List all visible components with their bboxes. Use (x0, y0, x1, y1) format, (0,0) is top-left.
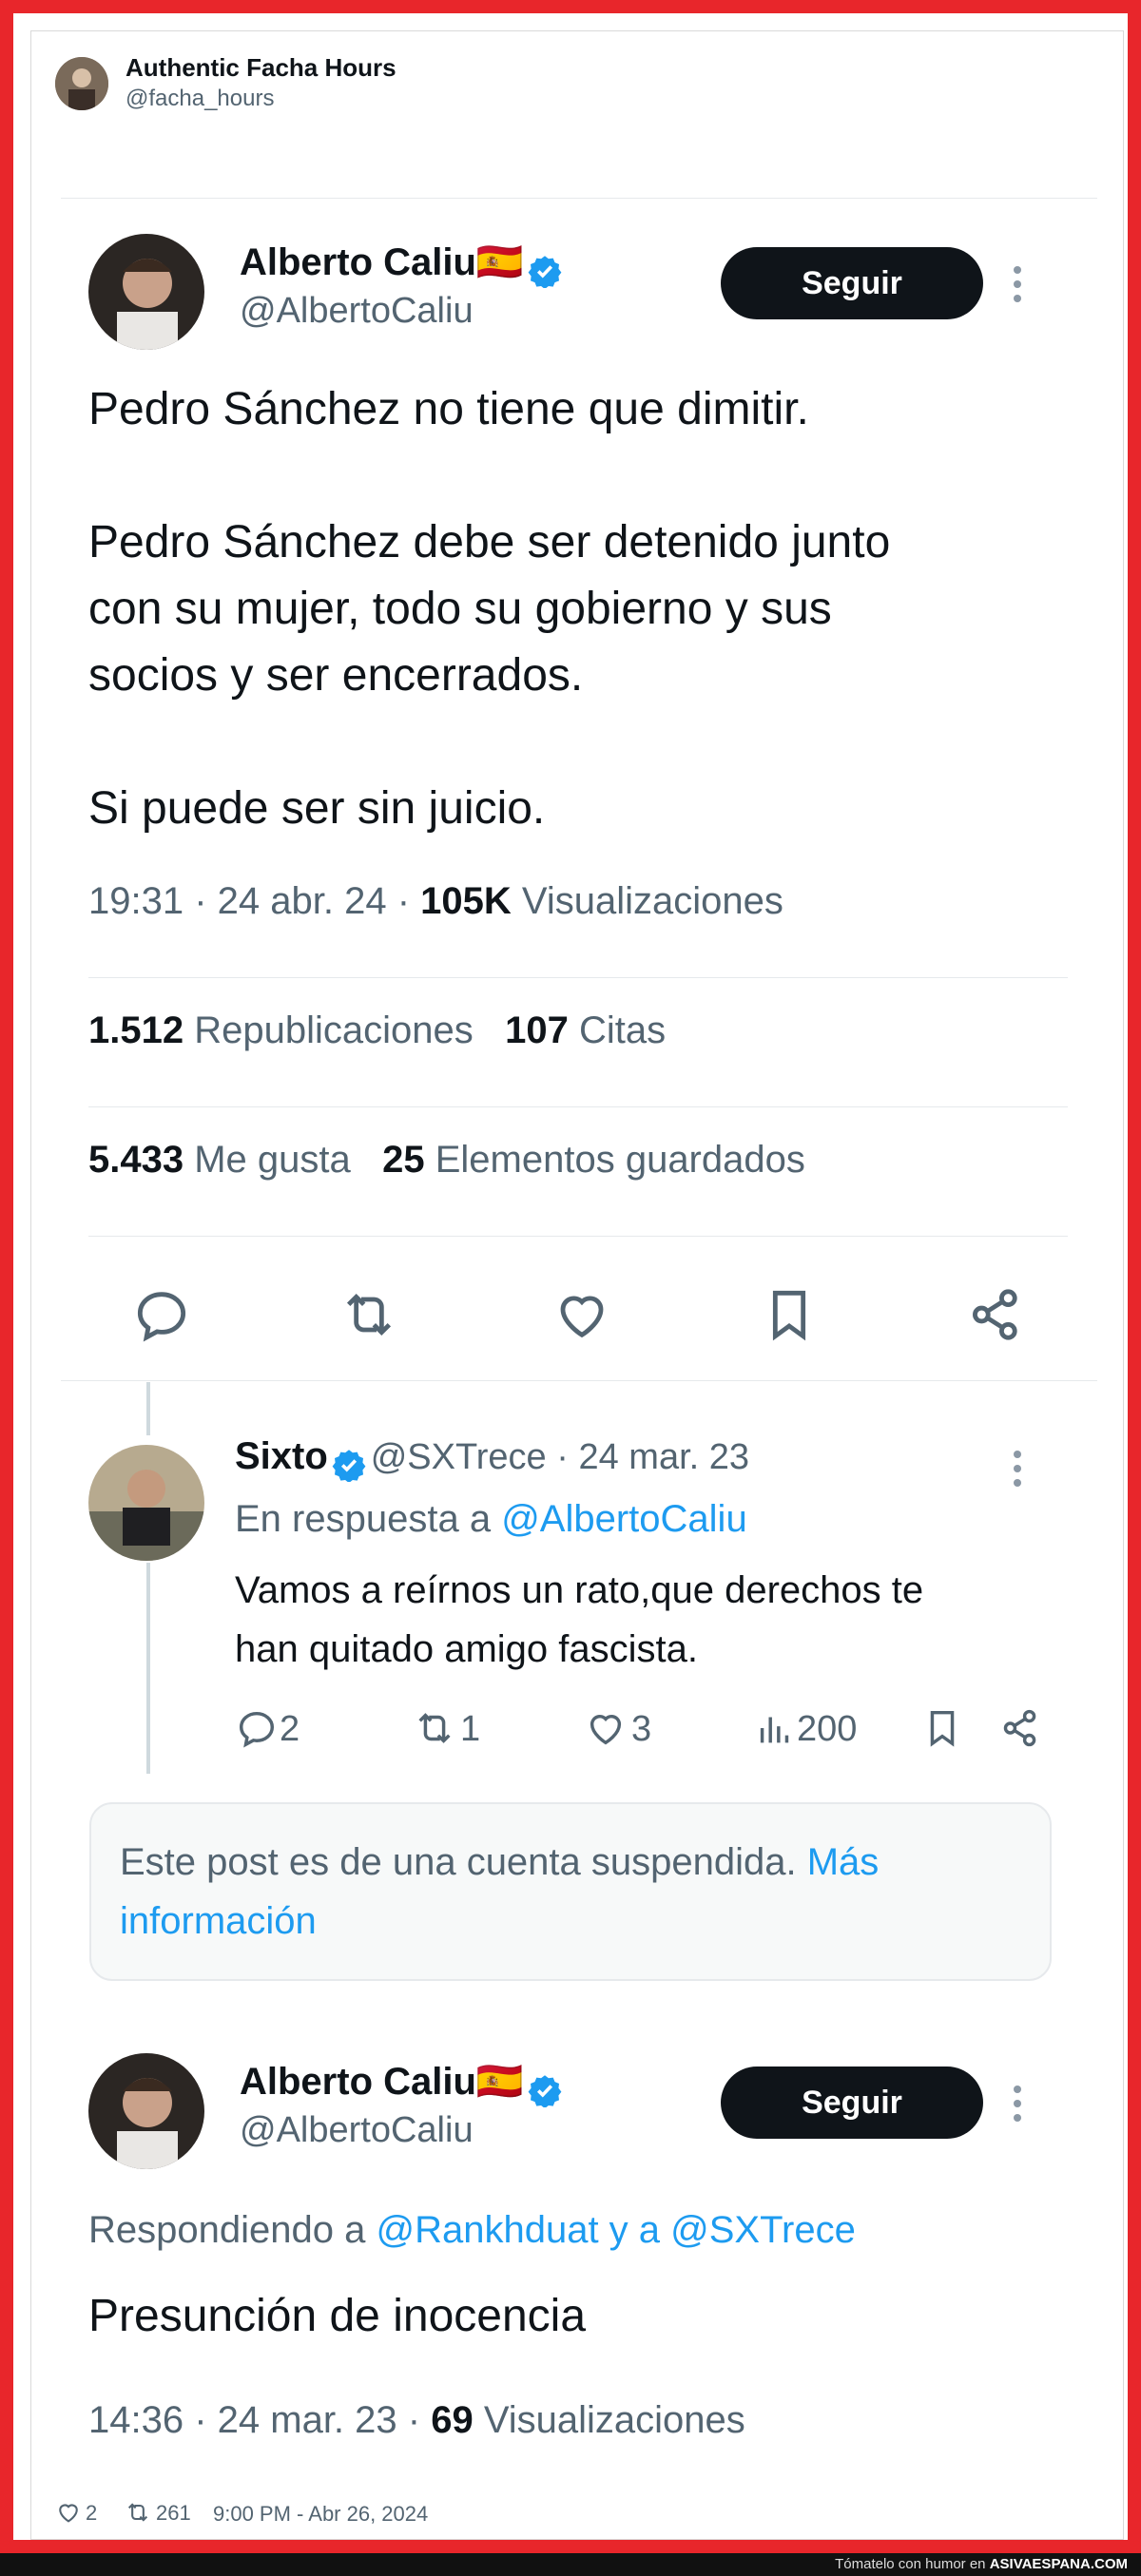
tweet2-time[interactable]: 14:36 · 24 mar. 23 · (88, 2399, 431, 2441)
divider (61, 1380, 1097, 1381)
reposts-count: 1.512 (88, 1009, 184, 1051)
tweet1-line: socios y ser encerrados. (88, 650, 584, 701)
more-info-link[interactable]: información (120, 1900, 317, 1942)
follow-button[interactable]: Seguir (721, 247, 983, 319)
tweet1-name[interactable]: Alberto Caliu (240, 241, 476, 283)
divider (88, 1236, 1068, 1237)
tweet1-avatar[interactable] (88, 234, 204, 350)
reply-text: Vamos a reírnos un rato,que derechos te … (235, 1561, 923, 1679)
reposts-stats[interactable]: 1.512 Republicaciones 107 Citas (88, 1009, 666, 1052)
tweet2-name[interactable]: Alberto Caliu (240, 2061, 476, 2103)
tweet2-meta: 14:36 · 24 mar. 23 · 69 Visualizaciones (88, 2399, 745, 2442)
tweet1-line: Pedro Sánchez debe ser detenido junto (88, 517, 891, 567)
avatar-image (88, 2053, 204, 2169)
likes-stats[interactable]: 5.433 Me gusta 25 Elementos guardados (88, 1139, 805, 1182)
like-icon[interactable] (584, 1706, 628, 1750)
views-count: 69 (431, 2399, 474, 2441)
flag-icon: 🇪🇸 (475, 241, 524, 283)
repost-icon[interactable] (338, 1284, 399, 1345)
flag-icon: 🇪🇸 (475, 2061, 524, 2103)
outer-handle[interactable]: @facha_hours (126, 86, 274, 112)
avatar-image (55, 57, 108, 110)
tweet1-text: Pedro Sánchez no tiene que dimitir. Pedr… (88, 376, 1096, 842)
reply-likes-count: 3 (631, 1709, 652, 1749)
reply-icon[interactable] (235, 1706, 279, 1750)
reply-views-count: 200 (797, 1709, 858, 1749)
views-label: Visualizaciones (511, 880, 783, 922)
avatar-image (88, 234, 204, 350)
divider (61, 198, 1097, 199)
reply-header: Sixto @SXTrece · 24 mar. 23 (235, 1435, 749, 1482)
quotes-label: Citas (568, 1009, 667, 1051)
outer-likes-count: 2 (86, 2501, 98, 2525)
reply-context: En respuesta a @AlbertoCaliu (235, 1498, 747, 1541)
tweet2-avatar[interactable] (88, 2053, 204, 2169)
reposts-label: Republicaciones (184, 1009, 474, 1051)
saves-label: Elementos guardados (424, 1139, 805, 1181)
replying-to-link[interactable]: @Rankhduat y a @SXTrece (376, 2209, 855, 2251)
tweet1-time[interactable]: 19:31 · 24 abr. 24 · (88, 880, 420, 922)
like-icon[interactable] (55, 2499, 82, 2526)
tweet1-line: con su mujer, todo su gobierno y sus (88, 584, 832, 634)
site-footer: Tómatelo con humor en ASIVAESPANA.COM (0, 2553, 1141, 2576)
repost-icon[interactable] (124, 2499, 152, 2526)
thread-line (146, 1563, 150, 1774)
tweet1-meta: 19:31 · 24 abr. 24 · 105K Visualizacione… (88, 880, 783, 923)
share-icon[interactable] (965, 1284, 1026, 1345)
likes-label: Me gusta (184, 1139, 351, 1181)
divider (88, 1106, 1068, 1107)
verified-icon (528, 256, 562, 288)
views-label: Visualizaciones (473, 2399, 745, 2441)
reply-prefix: En respuesta a (235, 1498, 502, 1540)
outer-frame: Authentic Facha Hours @facha_hours Alber… (0, 0, 1141, 2553)
views-icon[interactable] (753, 1706, 797, 1750)
reply-line: Vamos a reírnos un rato,que derechos te (235, 1569, 924, 1611)
tweet2-handle[interactable]: @AlbertoCaliu (240, 2110, 474, 2151)
suspended-notice: Este post es de una cuenta suspendida. M… (89, 1802, 1052, 1981)
reply-line: han quitado amigo fascista. (235, 1628, 698, 1670)
reply-date[interactable]: · 24 mar. 23 (547, 1437, 749, 1477)
tweet1-handle[interactable]: @AlbertoCaliu (240, 291, 474, 332)
footer-prefix: Tómatelo con humor en (835, 2556, 990, 2572)
like-icon[interactable] (551, 1284, 612, 1345)
suspended-text: Este post es de una cuenta suspendida. (120, 1841, 807, 1883)
quotes-count: 107 (505, 1009, 569, 1051)
reply-to-link[interactable]: @AlbertoCaliu (501, 1498, 747, 1540)
reply-handle[interactable]: @SXTrece (371, 1437, 547, 1477)
tweet2-header: Alberto Caliu🇪🇸 (240, 2059, 562, 2107)
more-info-link[interactable]: Más (807, 1841, 880, 1883)
replying-to: Respondiendo a @Rankhduat y a @SXTrece (88, 2209, 856, 2252)
outer-timestamp[interactable]: 9:00 PM - Abr 26, 2024 (213, 2502, 428, 2527)
verified-icon (528, 2075, 562, 2107)
avatar-image (88, 1445, 204, 1561)
reply-icon[interactable] (131, 1284, 192, 1345)
outer-name[interactable]: Authentic Facha Hours (126, 53, 396, 83)
thread-line (146, 1382, 150, 1435)
verified-icon (332, 1450, 366, 1482)
reply-avatar[interactable] (88, 1445, 204, 1561)
likes-count: 5.433 (88, 1139, 184, 1181)
tweet1-line: Si puede ser sin juicio. (88, 783, 546, 834)
tweet2-text: Presunción de inocencia (88, 2291, 587, 2341)
share-icon[interactable] (998, 1706, 1042, 1750)
footer-site-link[interactable]: ASIVAESPANA.COM (990, 2556, 1128, 2572)
repost-icon[interactable] (411, 1706, 458, 1750)
reply-name[interactable]: Sixto (235, 1435, 328, 1477)
bookmark-icon[interactable] (920, 1706, 964, 1750)
divider (88, 977, 1068, 978)
reply-replies-count: 2 (280, 1709, 300, 1749)
outer-retweets-count: 261 (156, 2501, 191, 2525)
saves-count: 25 (382, 1139, 425, 1181)
more-options-icon[interactable] (1012, 2086, 1023, 2128)
tweet1-line: Pedro Sánchez no tiene que dimitir. (88, 384, 809, 434)
bookmark-icon[interactable] (759, 1284, 820, 1345)
replying-prefix: Respondiendo a (88, 2209, 377, 2251)
views-count: 105K (420, 880, 512, 922)
follow-button[interactable]: Seguir (721, 2067, 983, 2139)
tweet1-header: Alberto Caliu🇪🇸 (240, 240, 562, 288)
more-options-icon[interactable] (1012, 266, 1023, 309)
more-options-icon[interactable] (1012, 1451, 1023, 1493)
outer-avatar[interactable] (55, 57, 108, 110)
reply-reposts-count: 1 (460, 1709, 481, 1749)
